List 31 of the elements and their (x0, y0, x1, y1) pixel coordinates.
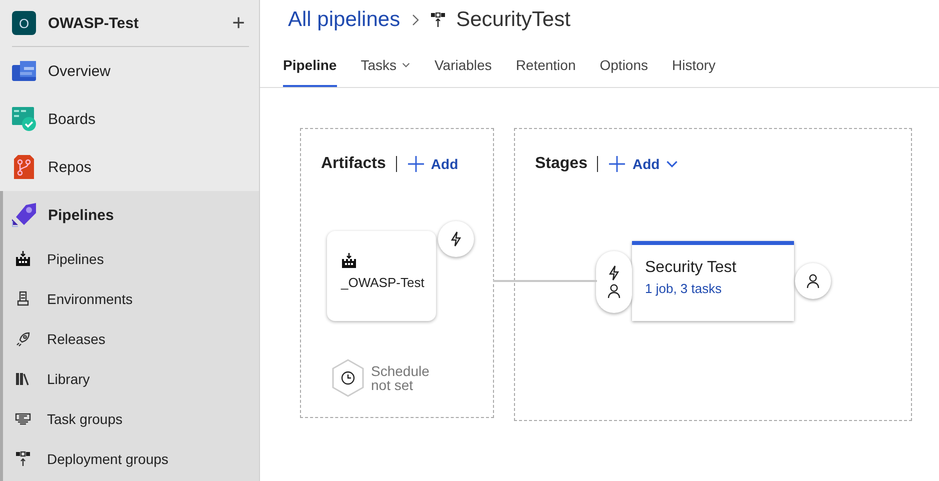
pipeline-title: SecurityTest (456, 8, 570, 32)
nav-sub-item[interactable]: Deployment groups (3, 439, 259, 479)
artifact-card[interactable]: _OWASP-Test (327, 231, 436, 321)
add-button[interactable]: + (228, 10, 249, 36)
nav-sub-item[interactable]: Pipelines (3, 239, 259, 279)
schedule-status: Schedule not set (371, 364, 430, 392)
panel-title: Stages (535, 156, 598, 172)
nav-item[interactable]: Boards (0, 95, 259, 143)
project-name: OWASP-Test (48, 14, 140, 32)
nav-item[interactable]: Repos (0, 143, 259, 191)
tab[interactable]: Pipeline (283, 40, 337, 87)
nav-sub-item[interactable]: Releases (3, 319, 259, 359)
tab[interactable]: Retention (516, 40, 576, 87)
nav-item[interactable]: Pipelines (3, 191, 259, 239)
tab[interactable]: Options (600, 40, 648, 87)
stage-card[interactable]: Security Test 1 job, 3 tasks (632, 241, 794, 321)
stage-summary-link[interactable]: 1 job, 3 tasks (645, 281, 794, 296)
tab[interactable]: Tasks (360, 40, 410, 87)
project-avatar: O (12, 11, 36, 35)
tab[interactable]: Variables (434, 40, 492, 87)
stage-name: Security Test (645, 259, 738, 277)
add-stage-button[interactable]: Add (608, 155, 678, 173)
nav-item[interactable]: Overview (0, 47, 259, 95)
artifact-name: _OWASP-Test (341, 275, 426, 290)
breadcrumb-link[interactable]: All pipelines (288, 8, 400, 32)
nav-sub-item[interactable]: Library (3, 359, 259, 399)
panel-title: Artifacts (321, 156, 397, 172)
add-artifact-button[interactable]: Add (406, 155, 458, 173)
nav-sub-item[interactable]: Environments (3, 279, 259, 319)
nav-sub-item[interactable]: Task groups (3, 399, 259, 439)
tab[interactable]: History (672, 40, 716, 87)
